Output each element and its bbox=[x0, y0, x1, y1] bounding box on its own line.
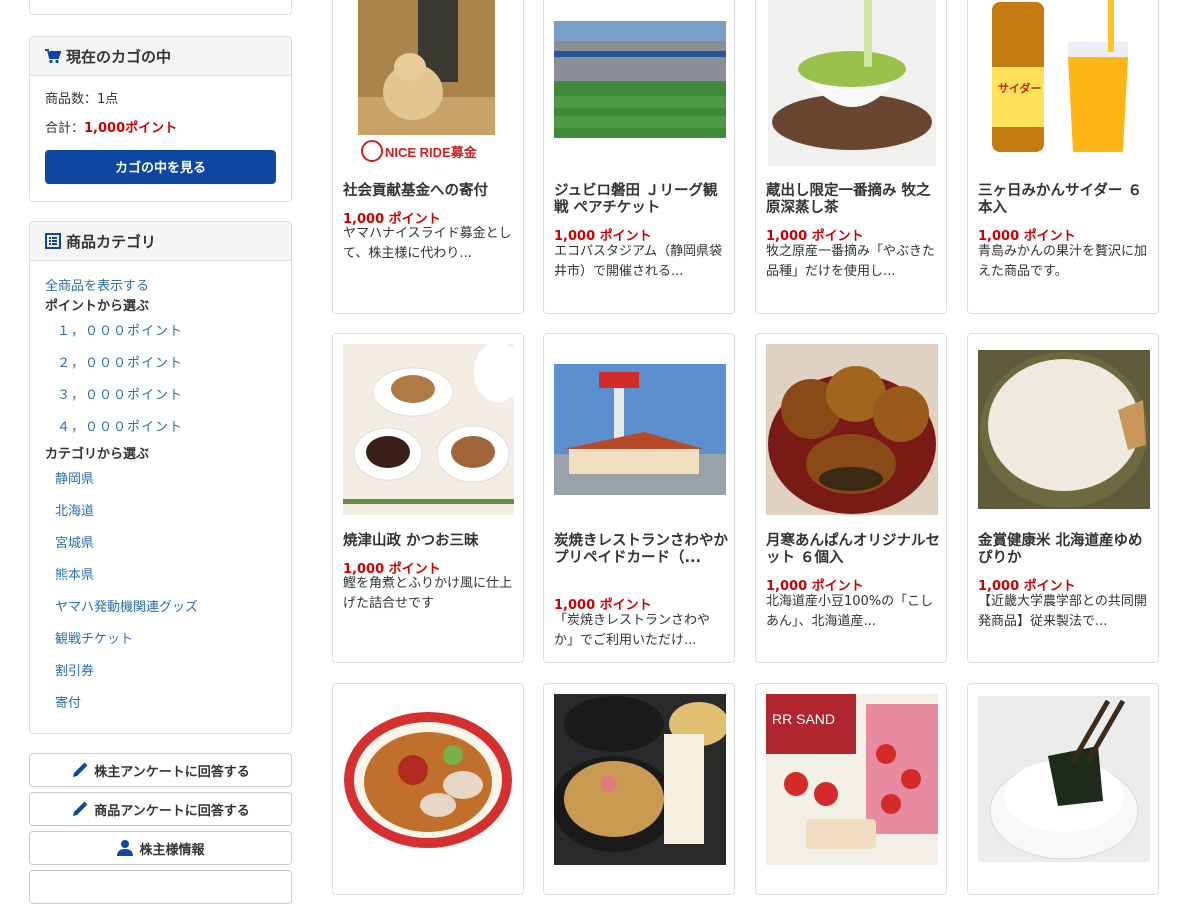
product-survey-label: 商品アンケートに回答する bbox=[94, 803, 250, 819]
point-filter-3000[interactable]: ３，０００ポイント bbox=[45, 381, 276, 413]
by-category-heading: カテゴリから選ぶ bbox=[45, 447, 150, 462]
cart-total-points: 1,000ポイント bbox=[84, 121, 178, 136]
shareholder-info-button[interactable]: 株主様情報 bbox=[29, 831, 292, 865]
category-yamaha-goods[interactable]: ヤマハ発動機関連グッズ bbox=[45, 593, 276, 625]
product-image-katsuo bbox=[343, 344, 514, 515]
product-card[interactable]: 金賞健康米 北海道産ゆめぴりか 1,000 ポイント 【近畿大学農学部との共同開… bbox=[967, 333, 1159, 663]
product-title[interactable]: 社会貢献基金への寄付 bbox=[343, 183, 519, 200]
cart-panel-header: 現在のカゴの中 bbox=[30, 37, 291, 76]
category-hokkaido[interactable]: 北海道 bbox=[45, 497, 276, 529]
product-description: 鰹を角煮とふりかけ風に仕上げた詰合せです bbox=[343, 576, 513, 611]
product-card[interactable] bbox=[543, 683, 735, 895]
product-image-sawayaka bbox=[554, 364, 726, 495]
category-tickets[interactable]: 観戦チケット bbox=[45, 625, 276, 657]
cart-panel: 現在のカゴの中 商品数：1点 合計：1,000ポイント カゴの中を見る bbox=[29, 36, 292, 202]
product-image-stadium bbox=[554, 21, 726, 138]
product-title[interactable]: 月寒あんぱんオリジナルセット ６個入 bbox=[766, 533, 942, 567]
product-card[interactable]: 炭焼きレストランさわやか プリペイドカード（... 1,000 ポイント 「炭焼… bbox=[543, 333, 735, 663]
point-filter-1000[interactable]: １，０００ポイント bbox=[45, 317, 276, 349]
product-image-strawberry-sand: RR SAND bbox=[766, 694, 938, 865]
product-image-cider: サイダー bbox=[978, 0, 1150, 158]
category-donation[interactable]: 寄付 bbox=[45, 689, 276, 721]
product-title[interactable]: 炭焼きレストランさわやか プリペイドカード（... bbox=[554, 533, 730, 567]
category-kumamoto[interactable]: 熊本県 bbox=[45, 561, 276, 593]
product-card[interactable]: 焼津山政 かつお三昧 1,000 ポイント 鰹を角煮とふりかけ風に仕上げた詰合せ… bbox=[332, 333, 524, 663]
sidebar-button-partial[interactable] bbox=[29, 870, 292, 904]
product-card[interactable]: NICE RIDE募金 社会貢献基金への寄付 1,000 ポイント ヤマハナイス… bbox=[332, 0, 524, 314]
category-shizuoka[interactable]: 静岡県 bbox=[45, 465, 276, 497]
product-title[interactable]: 蔵出し限定一番摘み 牧之原深蒸し茶 bbox=[766, 183, 942, 217]
by-points-heading: ポイントから選ぶ bbox=[45, 299, 150, 314]
cart-item-count: 商品数：1点 bbox=[45, 92, 119, 107]
view-cart-button[interactable]: カゴの中を見る bbox=[45, 150, 276, 184]
product-description: エコパスタジアム（静岡県袋井市）で開催される... bbox=[554, 244, 723, 279]
product-image-rice bbox=[978, 350, 1150, 509]
product-title[interactable]: ジュビロ磐田 Ｊリーグ観戦 ペアチケット bbox=[554, 183, 730, 217]
point-filter-4000[interactable]: ４，０００ポイント bbox=[45, 413, 276, 445]
category-panel: 商品カテゴリ 全商品を表示する ポイントから選ぶ １，０００ポイント ２，０００… bbox=[29, 221, 292, 734]
cider-image-text: サイダー bbox=[998, 81, 1042, 95]
product-description: 「炭焼きレストランさわやか」でご利用いただけ... bbox=[554, 613, 711, 648]
product-card[interactable]: 蔵出し限定一番摘み 牧之原深蒸し茶 1,000 ポイント 牧之原産一番摘み「やぶ… bbox=[755, 0, 947, 314]
shareholder-info-label: 株主様情報 bbox=[139, 842, 205, 858]
shopping-cart-icon bbox=[45, 48, 62, 64]
product-card[interactable]: サイダー 三ヶ日みかんサイダー ６本入 1,000 ポイント 青島みかんの果汁を… bbox=[967, 0, 1159, 314]
product-title[interactable]: 三ヶ日みかんサイダー ６本入 bbox=[978, 183, 1154, 217]
cart-total-label: 合計： bbox=[45, 121, 85, 136]
category-panel-header: 商品カテゴリ bbox=[30, 222, 291, 261]
pencil-icon bbox=[73, 762, 88, 777]
product-description: 【近畿大学農学部との共同開発商品】従来製法で... bbox=[978, 594, 1147, 629]
product-survey-button[interactable]: 商品アンケートに回答する bbox=[29, 792, 292, 826]
product-title[interactable]: 焼津山政 かつお三昧 bbox=[343, 533, 519, 550]
shareholder-survey-label: 株主アンケートに回答する bbox=[94, 764, 250, 780]
product-image-tea bbox=[768, 0, 936, 166]
category-title: 商品カテゴリ bbox=[66, 232, 157, 251]
product-description: 牧之原産一番摘み「やぶきた品種」だけを使用し... bbox=[766, 244, 936, 279]
donation-image-text: NICE RIDE募金 bbox=[385, 145, 478, 160]
point-filter-2000[interactable]: ２，０００ポイント bbox=[45, 349, 276, 381]
product-card[interactable] bbox=[967, 683, 1159, 895]
product-image-ramen bbox=[343, 710, 514, 850]
product-image-nori-rice bbox=[978, 696, 1150, 862]
sidebar-panel-top-remnant bbox=[29, 0, 292, 15]
category-discount[interactable]: 割引券 bbox=[45, 657, 276, 689]
pencil-icon bbox=[73, 801, 88, 816]
product-description: 青島みかんの果汁を贅沢に加えた商品です。 bbox=[978, 244, 1148, 279]
product-card[interactable]: ジュビロ磐田 Ｊリーグ観戦 ペアチケット 1,000 ポイント エコパスタジアム… bbox=[543, 0, 735, 314]
list-icon bbox=[45, 233, 61, 249]
user-icon bbox=[117, 840, 134, 856]
category-miyagi[interactable]: 宮城県 bbox=[45, 529, 276, 561]
product-image-somen bbox=[554, 694, 726, 865]
product-image-anpan bbox=[766, 344, 938, 515]
product-title[interactable]: 金賞健康米 北海道産ゆめぴりか bbox=[978, 533, 1154, 567]
product-description: 北海道産小豆100%の「こしあん」、北海道産... bbox=[766, 594, 934, 629]
shareholder-survey-button[interactable]: 株主アンケートに回答する bbox=[29, 753, 292, 787]
product-description: ヤマハナイスライド募金として、株主様に代わり... bbox=[343, 226, 512, 261]
product-card[interactable] bbox=[332, 683, 524, 895]
product-card[interactable]: RR SAND bbox=[755, 683, 947, 895]
cart-total: 合計：1,000ポイント bbox=[45, 119, 276, 148]
cart-title: 現在のカゴの中 bbox=[66, 47, 172, 66]
show-all-products-link[interactable]: 全商品を表示する bbox=[45, 277, 276, 297]
product-card[interactable]: 月寒あんぱんオリジナルセット ６個入 1,000 ポイント 北海道産小豆100%… bbox=[755, 333, 947, 663]
product-image-donation: NICE RIDE募金 bbox=[358, 0, 495, 165]
strawberry-image-text: RR SAND bbox=[772, 711, 835, 727]
